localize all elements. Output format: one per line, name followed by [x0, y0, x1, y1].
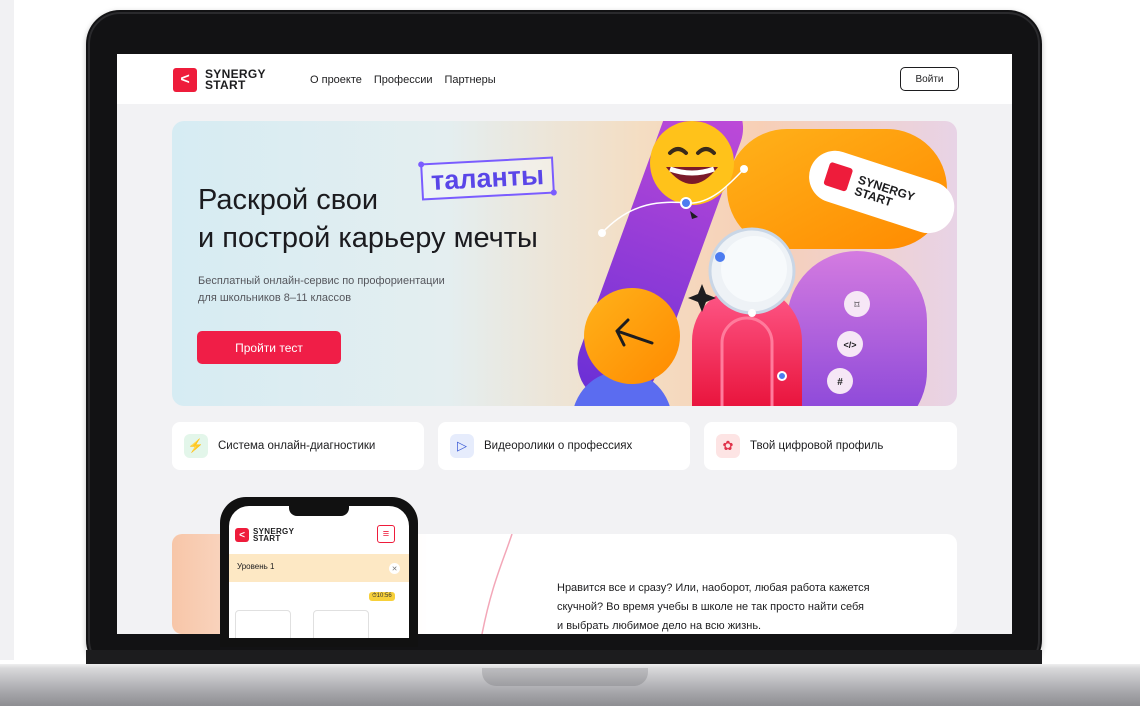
phone-logo-text: SYNERGY START — [253, 528, 294, 543]
close-icon[interactable]: ✕ — [389, 563, 400, 574]
phone-mockup: < SYNERGY START ≡ Уровень 1 ✕ ⏱10:56 — [220, 497, 418, 647]
hash-badge-glyph: # — [837, 377, 843, 388]
code-badge-glyph: </> — [843, 340, 856, 350]
mockup-stage: < SYNERGY START О проекте Профессии Парт… — [0, 0, 1140, 706]
phone-timer: ⏱10:56 — [369, 592, 395, 601]
violet-pill-shape — [787, 251, 927, 406]
laptop-notch — [482, 668, 648, 686]
crop-badge-icon: ⌑ — [844, 291, 870, 317]
hero-banner: Раскрой свои и построй карьеру мечты тал… — [172, 121, 957, 406]
about-text: Нравится все и сразу? Или, наоборот, люб… — [557, 579, 937, 634]
hero-highlight-tag: таланты — [420, 156, 555, 201]
hero-subtitle: Бесплатный онлайн-сервис по профориентац… — [198, 273, 498, 307]
crop-badge-glyph: ⌑ — [854, 300, 860, 311]
logo-mark-icon: < — [235, 528, 249, 542]
connector-dot — [777, 371, 787, 381]
main-nav: О проекте Профессии Партнеры — [310, 74, 496, 86]
phone-answer-card[interactable] — [235, 610, 291, 638]
phone-logo: < SYNERGY START — [235, 528, 294, 543]
logo-text: SYNERGY START — [205, 68, 266, 92]
logo-line2: START — [205, 78, 246, 92]
feature-card-videos[interactable]: ▷ Видеоролики о профессиях — [438, 422, 690, 470]
login-button[interactable]: Войти — [900, 67, 959, 91]
take-test-button[interactable]: Пройти тест — [197, 331, 341, 364]
hero-subtitle-line1: Бесплатный онлайн-сервис по профориентац… — [198, 275, 445, 287]
feature-label: Твой цифровой профиль — [750, 440, 884, 452]
feature-card-profile[interactable]: ✿ Твой цифровой профиль — [704, 422, 957, 470]
phone-level-bar: Уровень 1 — [229, 554, 409, 582]
hero-illustration: SYNERGY START ⌑ </> # — [574, 121, 955, 406]
nav-item-partners[interactable]: Партнеры — [445, 74, 496, 86]
toggle-ring-icon — [708, 227, 796, 315]
video-play-icon: ▷ — [450, 434, 474, 458]
feature-card-diagnostics[interactable]: ⚡ Система онлайн-диагностики — [172, 422, 424, 470]
left-edge-shadow — [0, 0, 14, 660]
lightning-icon: ⚡ — [184, 434, 208, 458]
hero-title-line1: Раскрой свои — [198, 184, 379, 216]
nav-item-professions[interactable]: Профессии — [374, 74, 433, 86]
feature-label: Видеоролики о профессиях — [484, 440, 633, 452]
hash-badge-icon: # — [827, 368, 853, 394]
about-text-line3: и выбрать любимое дело на всю жизнь. — [557, 620, 762, 632]
laughing-emoji-icon — [650, 121, 734, 205]
phone-logo-line2: START — [253, 534, 281, 543]
hamburger-menu-icon[interactable]: ≡ — [377, 525, 395, 543]
hero-subtitle-line2: для школьников 8–11 классов — [198, 292, 352, 304]
nav-item-about[interactable]: О проекте — [310, 74, 362, 86]
about-text-line1: Нравится все и сразу? Или, наоборот, люб… — [557, 582, 870, 594]
phone-notch — [289, 506, 349, 516]
connector-dot — [680, 197, 692, 209]
brain-icon: ✿ — [716, 434, 740, 458]
phone-screen: < SYNERGY START ≡ Уровень 1 ✕ ⏱10:56 — [229, 506, 409, 638]
logo-mark-icon: < — [173, 68, 197, 92]
hero-title-line2: и построй карьеру мечты — [198, 222, 538, 254]
about-curve-decoration — [481, 534, 513, 634]
connector-dot — [748, 309, 756, 317]
connector-dot — [740, 165, 748, 173]
brand-logo[interactable]: < SYNERGY START — [173, 68, 266, 92]
phone-answer-card[interactable] — [313, 610, 369, 638]
connector-dot — [598, 229, 606, 237]
code-badge-icon: </> — [837, 331, 863, 357]
feature-label: Система онлайн-диагностики — [218, 440, 376, 452]
site-header: < SYNERGY START О проекте Профессии Парт… — [117, 54, 1012, 104]
about-text-line2: скучной? Во время учебы в школе не так п… — [557, 601, 864, 613]
